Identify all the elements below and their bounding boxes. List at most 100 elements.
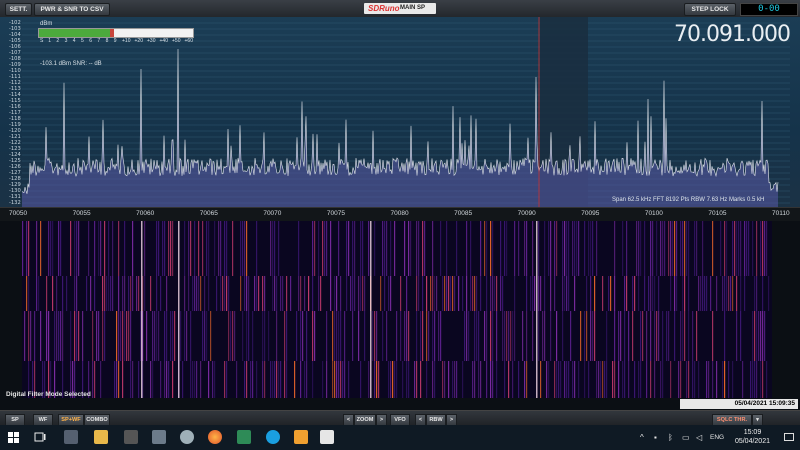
waterfall-panel[interactable] <box>0 221 800 398</box>
waterfall-streak <box>656 311 658 361</box>
waterfall-streak <box>190 221 192 276</box>
waterfall-streak <box>762 221 764 276</box>
waterfall-streak <box>562 276 564 311</box>
waterfall-streak <box>384 221 386 276</box>
app-icon-5[interactable] <box>180 430 194 444</box>
waterfall-streak <box>694 221 696 276</box>
network-icon[interactable]: ▭ <box>682 433 690 442</box>
waterfall-streak <box>472 361 474 398</box>
tray-app-icon[interactable]: ▪ <box>654 433 657 442</box>
file-explorer-icon[interactable] <box>94 430 108 444</box>
waterfall-streak <box>438 311 440 361</box>
waterfall-streak <box>760 221 762 276</box>
waterfall-streak <box>138 276 140 311</box>
waterfall-streak <box>640 311 642 361</box>
sdruno-taskbar-icon[interactable] <box>320 430 334 444</box>
app-icon-9[interactable] <box>294 430 308 444</box>
waterfall-streak <box>278 221 280 276</box>
task-view-icon[interactable] <box>34 432 46 443</box>
waterfall-streak <box>348 221 350 276</box>
firefox-icon[interactable] <box>208 430 222 444</box>
taskbar-clock[interactable]: 15:09 05/04/2021 <box>735 428 770 446</box>
waterfall-streak <box>372 311 374 361</box>
app-icon-1[interactable] <box>64 430 78 444</box>
frequency-axis[interactable]: 70050 70055 70060 70065 70070 70075 70080 70085… <box>0 207 800 222</box>
waterfall-streak <box>124 221 126 276</box>
waterfall-streak <box>462 276 464 311</box>
waterfall-streak <box>674 311 676 361</box>
waterfall-streak <box>26 221 28 276</box>
waterfall-streak <box>618 361 620 398</box>
spectrum-panel[interactable]: -102 -103 -104 -105 -106 -107 -108 -109 -110 -111… <box>0 17 800 207</box>
waterfall-streak <box>156 311 158 361</box>
waterfall-streak <box>650 276 652 311</box>
waterfall-datetime: 05/04/2021 15:09:35 <box>680 399 798 409</box>
waterfall-streak <box>664 221 666 276</box>
bluetooth-icon[interactable]: ᛒ <box>668 433 673 442</box>
skype-icon[interactable] <box>266 430 280 444</box>
waterfall-streak <box>510 311 512 361</box>
waterfall-streak <box>508 361 510 398</box>
waterfall-streak <box>654 276 656 311</box>
waterfall-streak <box>70 311 72 361</box>
waterfall-plot[interactable] <box>0 221 800 398</box>
waterfall-streak <box>92 311 94 361</box>
waterfall-streak <box>614 276 616 311</box>
s-meter-tick: S <box>40 38 44 44</box>
notifications-icon[interactable] <box>784 433 794 442</box>
waterfall-streak <box>650 221 652 276</box>
s-meter-tick: 3 <box>64 38 68 44</box>
waterfall-streak <box>162 221 164 276</box>
waterfall-streak <box>286 311 288 361</box>
waterfall-streak <box>530 276 532 311</box>
waterfall-left-edge <box>0 221 22 398</box>
waterfall-streak <box>262 361 264 398</box>
volume-icon[interactable]: ◁ <box>696 433 702 442</box>
pwr-snr-csv-button[interactable]: PWR & SNR TO CSV <box>34 3 110 16</box>
waterfall-streak <box>300 276 302 311</box>
waterfall-streak <box>426 361 428 398</box>
waterfall-streak <box>290 276 292 311</box>
waterfall-streak <box>474 276 476 311</box>
waterfall-streak <box>326 311 328 361</box>
waterfall-streak <box>686 221 688 276</box>
language-indicator[interactable]: ENG <box>710 434 724 441</box>
waterfall-streak <box>724 361 726 398</box>
waterfall-streak <box>352 276 354 311</box>
waterfall-streak <box>598 361 600 398</box>
waterfall-streak <box>756 311 758 361</box>
camera-icon[interactable] <box>152 430 166 444</box>
waterfall-streak <box>478 311 480 361</box>
waterfall-streak <box>350 276 352 311</box>
waterfall-streak <box>58 221 60 276</box>
waterfall-streak <box>362 221 364 276</box>
waterfall-streak <box>470 221 472 276</box>
waterfall-streak <box>46 276 48 311</box>
waterfall-streak <box>244 221 246 276</box>
s-meter-tick: 8 <box>105 38 109 44</box>
signal-reading: -103.1 dBm SNR: -- dB <box>40 61 102 67</box>
s-meter-tick: 4 <box>72 38 76 44</box>
waterfall-streak <box>234 311 236 361</box>
waterfall-streak <box>414 361 416 398</box>
step-lock-button[interactable]: STEP LOCK <box>684 3 736 16</box>
waterfall-streak <box>760 361 762 398</box>
sdruno-logo: SDRuno MAIN SP <box>364 3 436 14</box>
waterfall-streak <box>36 276 38 311</box>
app-icon-7[interactable] <box>237 430 251 444</box>
waterfall-streak <box>222 276 224 311</box>
s-meter-over <box>109 29 115 37</box>
frequency-display[interactable]: 70.091.000 <box>674 22 791 47</box>
waterfall-streak <box>48 221 50 276</box>
waterfall-streak <box>570 311 572 361</box>
waterfall-streak <box>568 361 570 398</box>
waterfall-streak <box>90 276 92 311</box>
tray-chevron-icon[interactable]: ^ <box>640 433 644 442</box>
settings-button[interactable]: SETT. <box>5 3 32 16</box>
carrier-line <box>536 221 538 398</box>
waterfall-streak <box>466 276 468 311</box>
windows-start-icon[interactable] <box>8 432 19 443</box>
waterfall-streak <box>654 311 656 361</box>
app-icon-3[interactable] <box>124 430 138 444</box>
waterfall-streak <box>108 221 110 276</box>
